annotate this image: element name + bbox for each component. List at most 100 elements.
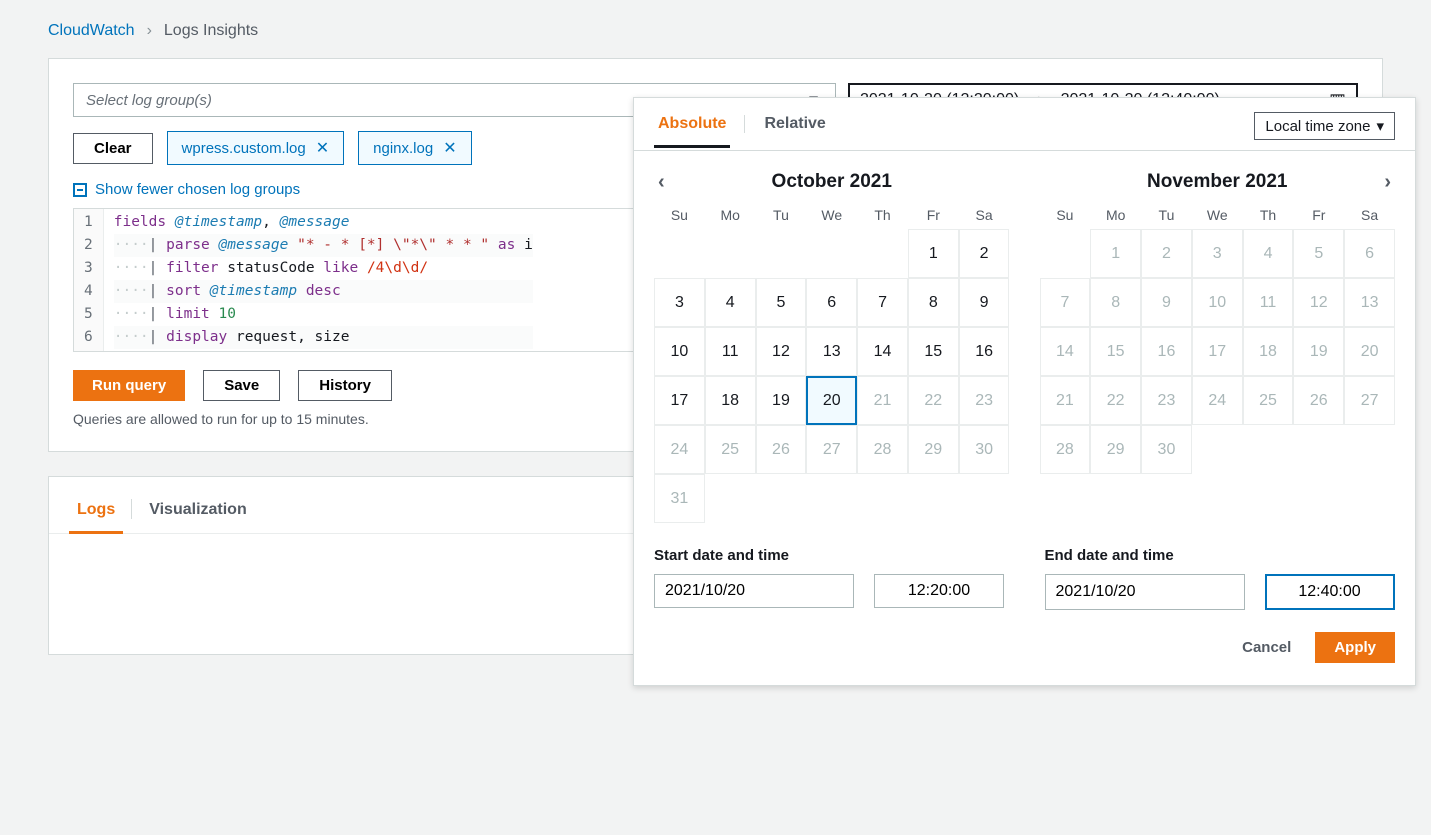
apply-button[interactable]: Apply (1315, 632, 1395, 663)
calendar-day[interactable]: 2 (1141, 229, 1192, 278)
calendar-day[interactable]: 12 (1293, 278, 1344, 327)
calendar-grid: 1234567891011121314151617181920212223242… (654, 229, 1010, 523)
calendar-day[interactable]: 26 (756, 425, 807, 474)
calendar-day[interactable]: 28 (857, 425, 908, 474)
calendar-day[interactable]: 30 (1141, 425, 1192, 474)
collapse-icon (73, 183, 87, 197)
calendar-day[interactable]: 15 (1090, 327, 1141, 376)
calendar-day[interactable]: 10 (1192, 278, 1243, 327)
toggle-label: Show fewer chosen log groups (95, 181, 300, 198)
calendar-day[interactable]: 22 (908, 376, 959, 425)
calendar-day[interactable]: 13 (806, 327, 857, 376)
tab-relative[interactable]: Relative (760, 115, 829, 147)
calendar-day[interactable]: 8 (908, 278, 959, 327)
calendar-day[interactable]: 19 (756, 376, 807, 425)
calendar-day[interactable]: 19 (1293, 327, 1344, 376)
start-date-input[interactable] (654, 574, 854, 608)
next-month-button[interactable]: › (1384, 171, 1391, 194)
calendar-day[interactable]: 25 (705, 425, 756, 474)
timezone-select[interactable]: Local time zone ▾ (1254, 112, 1395, 140)
calendar-day[interactable]: 12 (756, 327, 807, 376)
calendar-day[interactable]: 2 (959, 229, 1010, 278)
calendar-day[interactable]: 10 (654, 327, 705, 376)
cancel-button[interactable]: Cancel (1242, 639, 1291, 656)
calendar-day[interactable]: 23 (1141, 376, 1192, 425)
calendar-right: November 2021 › SuMoTuWeThFrSa 123456789… (1040, 171, 1396, 523)
calendar-day[interactable]: 28 (1040, 425, 1091, 474)
calendar-day[interactable]: 5 (1293, 229, 1344, 278)
calendar-day[interactable]: 31 (654, 474, 705, 523)
start-label: Start date and time (654, 547, 1005, 564)
calendar-day[interactable]: 26 (1293, 376, 1344, 425)
breadcrumb: CloudWatch › Logs Insights (24, 16, 1407, 58)
calendar-day[interactable]: 29 (1090, 425, 1141, 474)
calendar-day[interactable]: 11 (1243, 278, 1294, 327)
calendar-day[interactable]: 16 (959, 327, 1010, 376)
chip-label: wpress.custom.log (182, 140, 306, 157)
prev-month-button[interactable]: ‹ (658, 171, 665, 194)
log-group-chip: wpress.custom.log ✕ (167, 131, 345, 165)
calendar-day[interactable]: 18 (705, 376, 756, 425)
calendar-day[interactable]: 3 (1192, 229, 1243, 278)
breadcrumb-current: Logs Insights (164, 22, 258, 40)
start-time-input[interactable] (874, 574, 1004, 608)
calendar-day[interactable]: 14 (857, 327, 908, 376)
calendar-day[interactable]: 7 (857, 278, 908, 327)
calendar-day[interactable]: 23 (959, 376, 1010, 425)
calendar-day[interactable]: 9 (959, 278, 1010, 327)
calendar-day[interactable]: 1 (908, 229, 959, 278)
close-icon[interactable]: ✕ (316, 138, 329, 158)
calendar-day[interactable]: 1 (1090, 229, 1141, 278)
history-button[interactable]: History (298, 370, 392, 401)
month-title: November 2021 (1147, 171, 1287, 193)
line-gutter: 123456 (74, 209, 104, 351)
calendar-day[interactable]: 25 (1243, 376, 1294, 425)
timezone-label: Local time zone (1265, 118, 1370, 135)
calendar-day[interactable]: 29 (908, 425, 959, 474)
clear-button[interactable]: Clear (73, 133, 153, 164)
calendar-day[interactable]: 27 (1344, 376, 1395, 425)
code-area[interactable]: fields @timestamp, @message····| parse @… (104, 209, 543, 351)
calendar-day[interactable]: 6 (1344, 229, 1395, 278)
chip-label: nginx.log (373, 140, 433, 157)
chevron-right-icon: › (147, 22, 152, 40)
tab-absolute[interactable]: Absolute (654, 115, 730, 147)
tab-visualization[interactable]: Visualization (147, 495, 249, 533)
calendar-day[interactable]: 15 (908, 327, 959, 376)
end-date-input[interactable] (1045, 574, 1245, 610)
calendar-day[interactable]: 20 (806, 376, 857, 425)
calendar-day[interactable]: 4 (705, 278, 756, 327)
calendar-day[interactable]: 7 (1040, 278, 1091, 327)
calendar-day[interactable]: 8 (1090, 278, 1141, 327)
calendar-day[interactable]: 13 (1344, 278, 1395, 327)
run-query-button[interactable]: Run query (73, 370, 185, 401)
calendar-day[interactable]: 18 (1243, 327, 1294, 376)
query-panel: Select log group(s) ▼ 2021-10-20 (12:20:… (48, 58, 1383, 452)
tab-logs[interactable]: Logs (75, 495, 117, 533)
calendar-day[interactable]: 3 (654, 278, 705, 327)
calendar-day[interactable]: 21 (1040, 376, 1091, 425)
calendar-day[interactable]: 6 (806, 278, 857, 327)
calendar-day[interactable]: 9 (1141, 278, 1192, 327)
calendar-day[interactable]: 24 (654, 425, 705, 474)
calendar-day[interactable]: 11 (705, 327, 756, 376)
save-button[interactable]: Save (203, 370, 280, 401)
calendar-day[interactable]: 5 (756, 278, 807, 327)
calendar-day[interactable]: 21 (857, 376, 908, 425)
calendar-day[interactable]: 17 (654, 376, 705, 425)
calendar-day[interactable]: 17 (1192, 327, 1243, 376)
calendar-day[interactable]: 16 (1141, 327, 1192, 376)
log-group-placeholder: Select log group(s) (86, 92, 212, 109)
calendar-day[interactable]: 20 (1344, 327, 1395, 376)
calendar-day[interactable]: 27 (806, 425, 857, 474)
calendar-grid: 1234567891011121314151617181920212223242… (1040, 229, 1396, 474)
end-time-input[interactable] (1265, 574, 1395, 610)
close-icon[interactable]: ✕ (443, 138, 456, 158)
date-picker-popover: Absolute Relative Local time zone ▾ ‹ Oc… (633, 97, 1416, 686)
calendar-day[interactable]: 4 (1243, 229, 1294, 278)
calendar-day[interactable]: 24 (1192, 376, 1243, 425)
calendar-day[interactable]: 22 (1090, 376, 1141, 425)
calendar-day[interactable]: 14 (1040, 327, 1091, 376)
breadcrumb-root[interactable]: CloudWatch (48, 22, 135, 40)
calendar-day[interactable]: 30 (959, 425, 1010, 474)
